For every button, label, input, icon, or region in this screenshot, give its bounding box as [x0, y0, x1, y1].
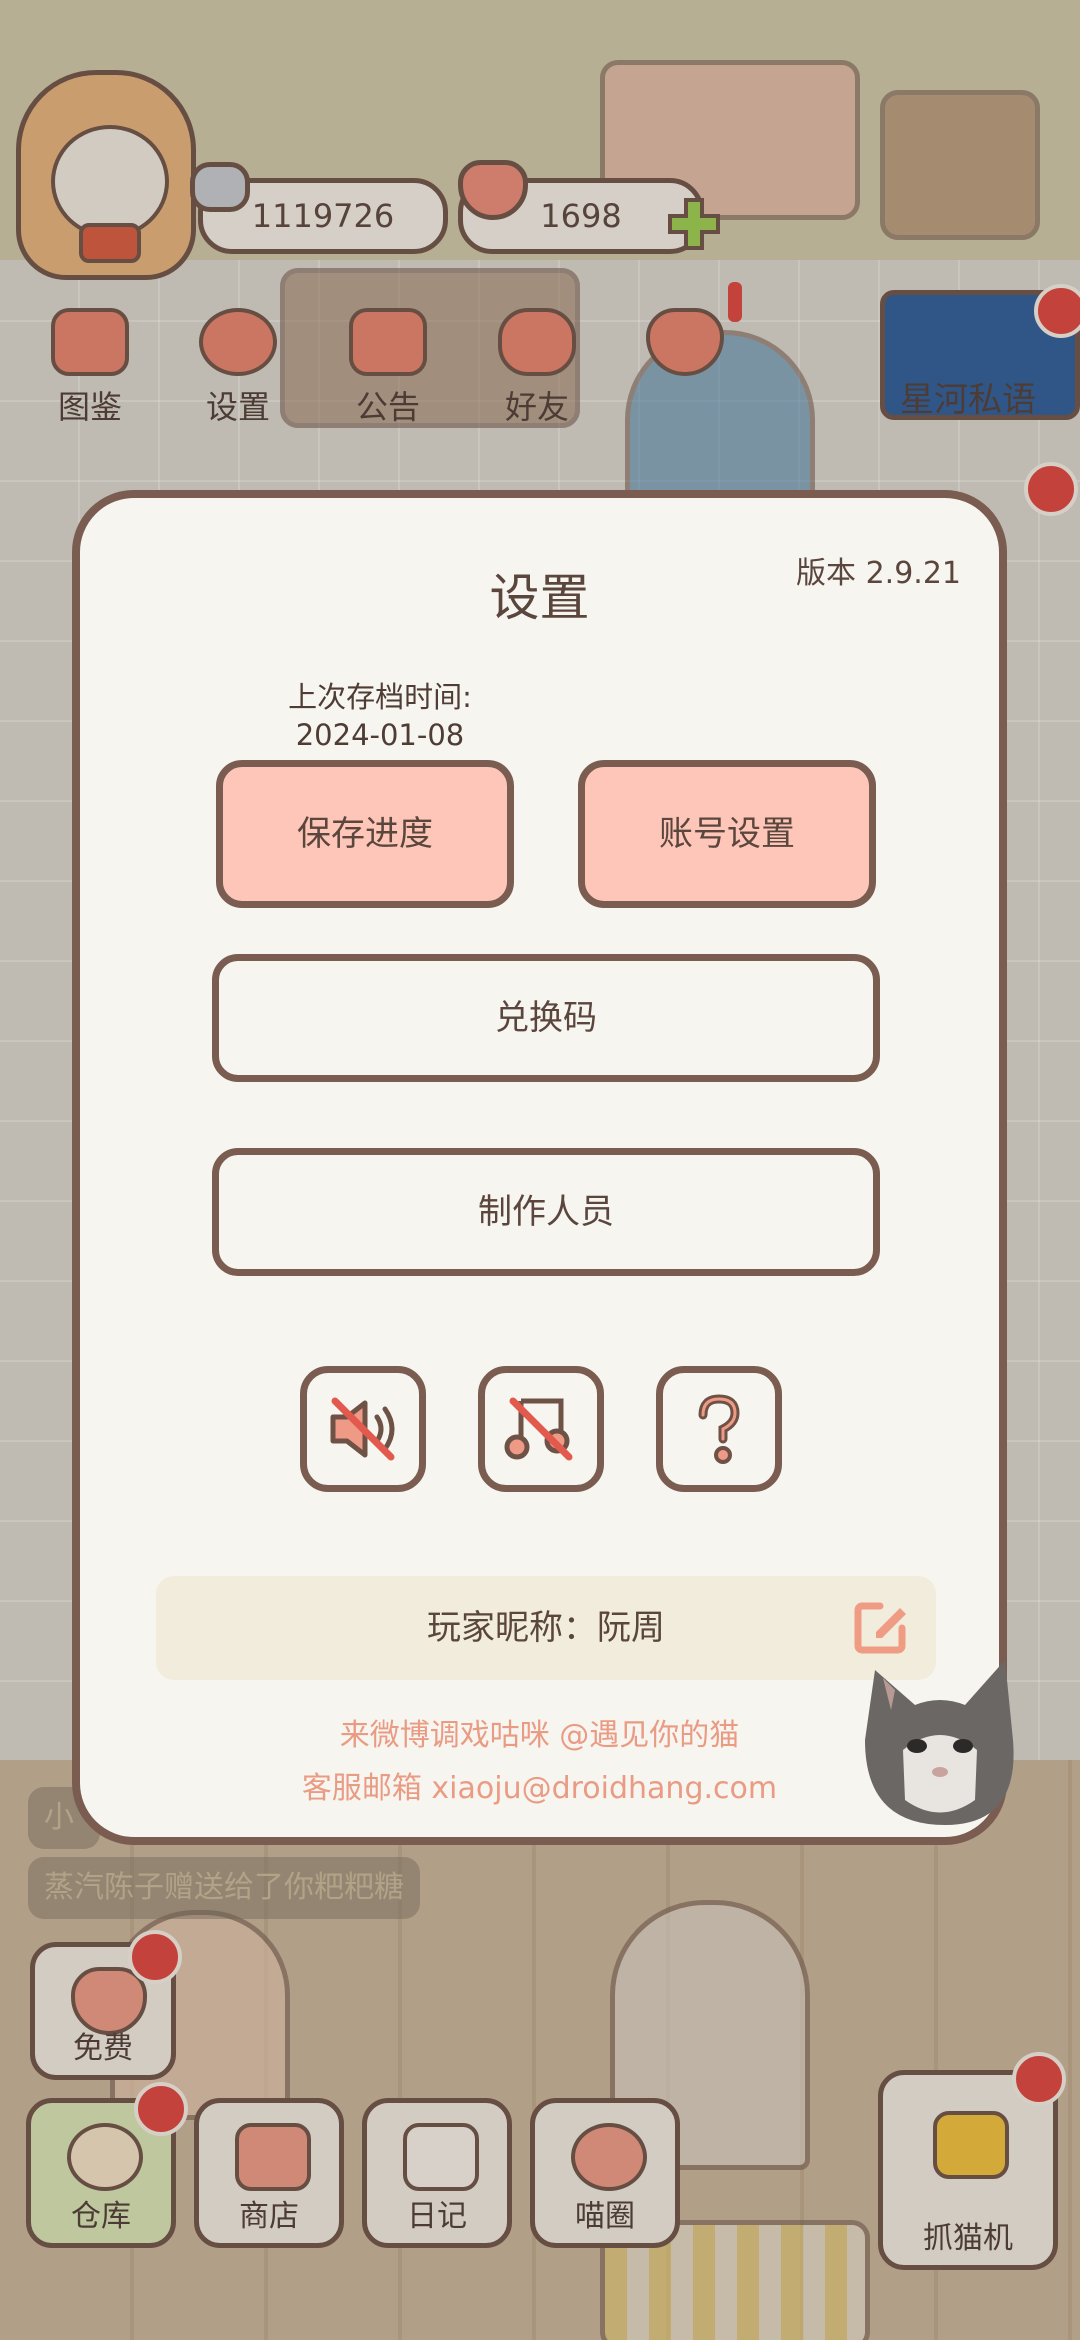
cat-photo	[865, 1660, 1014, 1825]
help-button[interactable]	[656, 1366, 782, 1492]
nickname-text: 玩家昵称：阮周	[427, 1608, 665, 1648]
edit-icon[interactable]	[850, 1598, 910, 1658]
music-off-icon	[504, 1397, 573, 1461]
credits-button[interactable]: 制作人员	[212, 1148, 880, 1276]
help-icon	[698, 1394, 740, 1464]
nickname-field: 玩家昵称：阮周	[156, 1576, 936, 1680]
last-save-label: 上次存档时间:	[288, 680, 472, 714]
sound-off-icon	[330, 1397, 395, 1461]
save-progress-button[interactable]: 保存进度	[216, 760, 514, 908]
account-settings-button[interactable]: 账号设置	[578, 760, 876, 908]
version-label: 版本 2.9.21	[796, 556, 961, 591]
settings-dialog: 设置 版本 2.9.21 上次存档时间: 2024-01-08 12:27 保存…	[72, 490, 1014, 1845]
sound-toggle-button[interactable]	[300, 1366, 426, 1492]
redeem-code-button[interactable]: 兑换码	[212, 954, 880, 1082]
music-toggle-button[interactable]	[478, 1366, 604, 1492]
